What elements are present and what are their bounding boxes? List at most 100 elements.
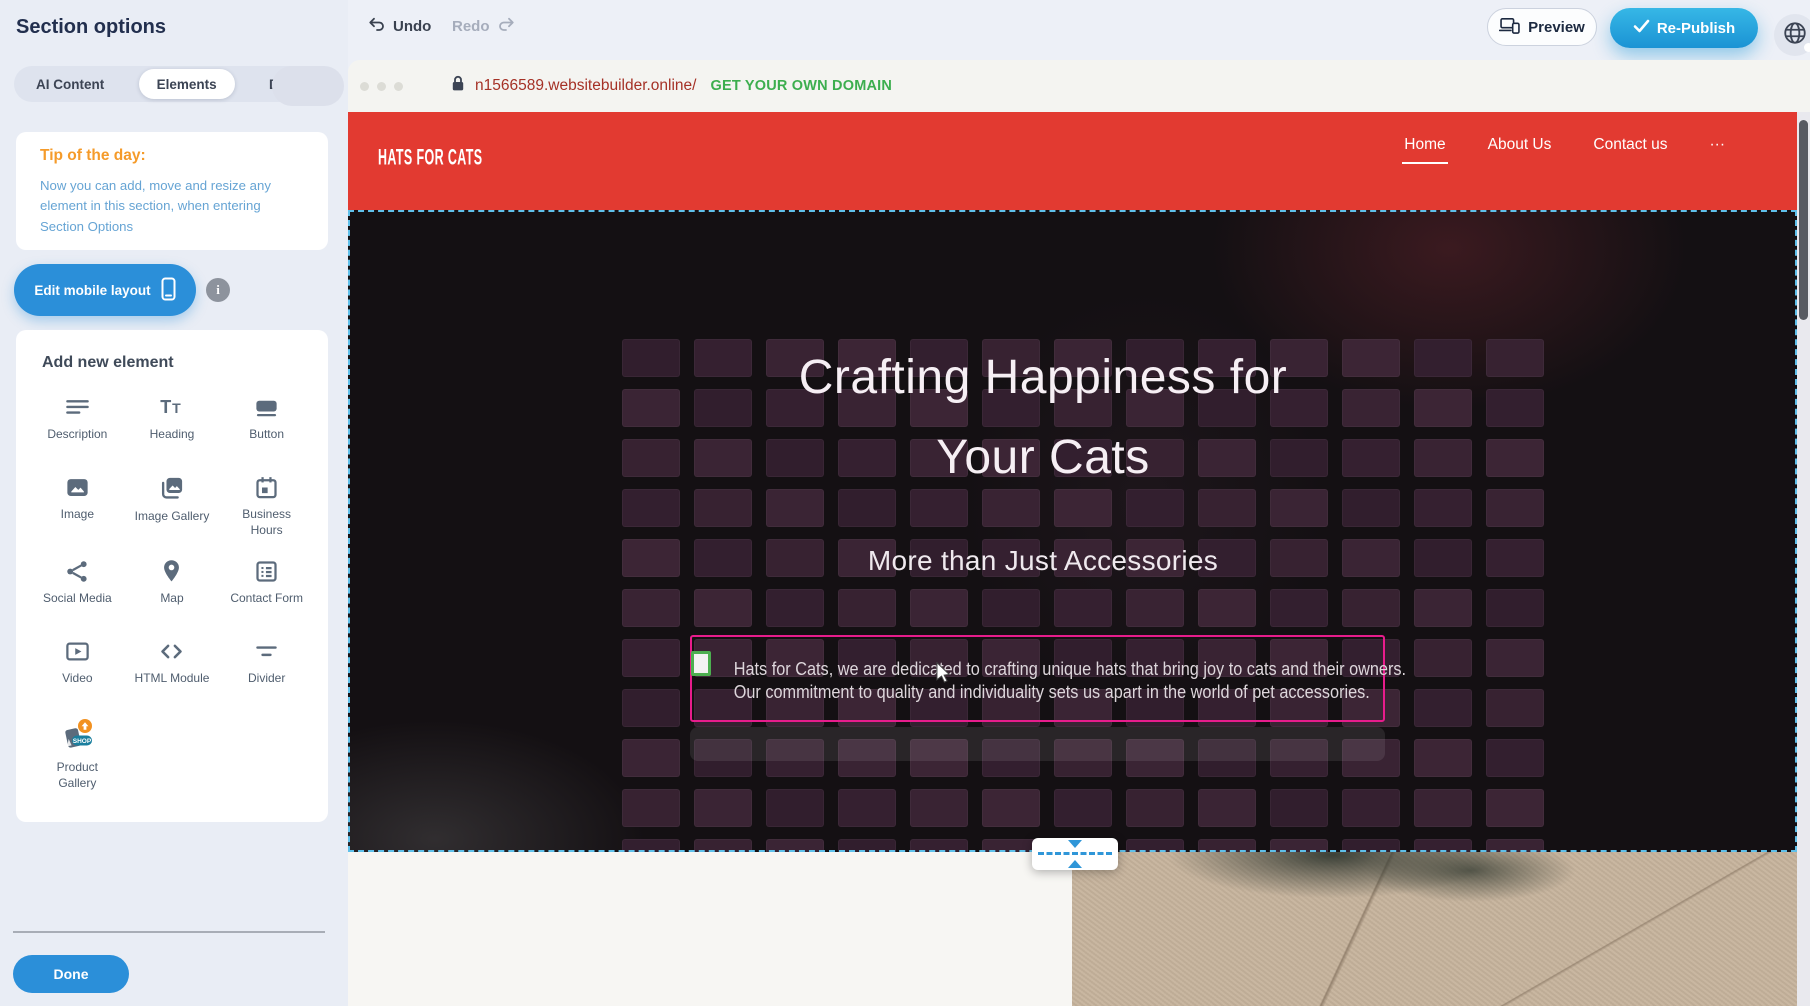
redo-button[interactable]: Redo bbox=[452, 16, 515, 36]
map-icon bbox=[158, 558, 185, 585]
redo-icon bbox=[497, 16, 515, 36]
arrow-up-icon bbox=[1068, 860, 1082, 868]
undo-icon bbox=[368, 16, 386, 36]
product-gallery-icon: SHOP bbox=[57, 718, 97, 754]
element-tile-label: Divider bbox=[248, 671, 285, 687]
grid-cell bbox=[1414, 739, 1472, 777]
tab-elements[interactable]: Elements bbox=[139, 69, 235, 99]
element-tile-button[interactable]: Button bbox=[219, 388, 314, 454]
grid-cell bbox=[1486, 739, 1544, 777]
element-tile-label: Map bbox=[160, 591, 183, 607]
element-tile-product-gallery[interactable]: SHOPProduct Gallery bbox=[30, 712, 125, 791]
element-tile-label: Image Gallery bbox=[135, 509, 210, 525]
element-tile-business-hours[interactable]: Business Hours bbox=[219, 468, 314, 538]
image-gallery-icon bbox=[157, 474, 186, 503]
tip-of-the-day-card: Tip of the day: Now you can add, move an… bbox=[16, 132, 328, 250]
grid-cell bbox=[766, 839, 824, 852]
grid-cell bbox=[838, 489, 896, 527]
done-button[interactable]: Done bbox=[13, 955, 129, 993]
hero-heading-line1[interactable]: Crafting Happiness for bbox=[348, 350, 1738, 405]
mobile-phone-icon bbox=[161, 277, 176, 304]
nav-item-aboutus[interactable]: About Us bbox=[1488, 136, 1552, 164]
grid-cell bbox=[1270, 789, 1328, 827]
element-tile-social-media[interactable]: Social Media bbox=[30, 552, 125, 618]
url-text: n1566589.websitebuilder.online/ bbox=[475, 77, 696, 95]
section-resize-handle[interactable] bbox=[1032, 838, 1118, 870]
tip-title: Tip of the day: bbox=[40, 147, 304, 165]
grid-cell bbox=[1126, 589, 1184, 627]
element-tile-image[interactable]: Image bbox=[30, 468, 125, 538]
undo-button[interactable]: Undo bbox=[368, 16, 431, 36]
grid-cell bbox=[1126, 489, 1184, 527]
grid-cell bbox=[1270, 839, 1328, 852]
element-tile-label: Heading bbox=[150, 427, 195, 443]
edit-mobile-layout-button[interactable]: Edit mobile layout bbox=[14, 264, 196, 316]
site-logo[interactable]: HATS FOR CATS bbox=[378, 146, 482, 171]
hero-subheading[interactable]: More than Just Accessories bbox=[348, 545, 1738, 577]
grid-cell bbox=[1270, 589, 1328, 627]
tab-ai-content[interactable]: AI Content bbox=[18, 69, 122, 99]
grid-cell bbox=[1198, 839, 1256, 852]
selected-text-element[interactable]: Hats for Cats, we are dedicated to craft… bbox=[690, 635, 1385, 722]
element-tile-divider[interactable]: Divider bbox=[219, 632, 314, 698]
preview-scrollbar bbox=[1797, 112, 1810, 1006]
grid-cell bbox=[694, 589, 752, 627]
panel-divider bbox=[13, 931, 325, 933]
browser-bar: n1566589.websitebuilder.online/ GET YOUR… bbox=[348, 60, 1810, 112]
redo-label: Redo bbox=[452, 18, 490, 35]
element-hover-placeholder bbox=[690, 727, 1385, 761]
grid-cell bbox=[622, 639, 680, 677]
check-icon bbox=[1633, 19, 1650, 37]
grid-cell bbox=[1198, 789, 1256, 827]
nav-item-more[interactable]: ··· bbox=[1710, 136, 1726, 164]
site-nav: Home About Us Contact us ··· bbox=[1404, 136, 1725, 164]
element-palette: Description TT Heading Button Image Image Gal… bbox=[30, 388, 314, 791]
preview-label: Preview bbox=[1528, 19, 1585, 36]
element-tile-label: Video bbox=[62, 671, 92, 687]
hero-section[interactable]: Crafting Happiness for Your Cats More th… bbox=[348, 210, 1797, 852]
site-preview: HATS FOR CATS HomeAbout UsContact us··· … bbox=[348, 112, 1797, 1006]
grid-cell bbox=[1054, 589, 1112, 627]
republish-button[interactable]: Re-Publish bbox=[1610, 8, 1758, 48]
grid-cell bbox=[982, 489, 1040, 527]
grid-cell bbox=[622, 789, 680, 827]
element-tile-label: Description bbox=[47, 427, 107, 443]
grid-cell bbox=[1486, 639, 1544, 677]
scrollbar-thumb[interactable] bbox=[1799, 120, 1808, 320]
grid-cell bbox=[1486, 689, 1544, 727]
grid-cell bbox=[1414, 789, 1472, 827]
grid-cell bbox=[1126, 789, 1184, 827]
grid-cell bbox=[838, 839, 896, 852]
get-your-own-domain-link[interactable]: GET YOUR OWN DOMAIN bbox=[710, 78, 892, 94]
info-icon[interactable]: i bbox=[206, 278, 230, 302]
grid-cell bbox=[982, 589, 1040, 627]
grid-cell bbox=[982, 789, 1040, 827]
element-tile-map[interactable]: Map bbox=[125, 552, 220, 618]
button-icon bbox=[253, 394, 280, 421]
grid-cell bbox=[838, 789, 896, 827]
preview-button[interactable]: Preview bbox=[1487, 8, 1597, 46]
language-globe-button[interactable] bbox=[1774, 14, 1810, 56]
panel-title: Section options bbox=[16, 16, 166, 39]
element-tile-heading[interactable]: TT Heading bbox=[125, 388, 220, 454]
grid-cell bbox=[1486, 839, 1544, 852]
heading-icon: TT bbox=[158, 394, 185, 421]
grid-cell bbox=[766, 589, 824, 627]
grid-cell bbox=[694, 789, 752, 827]
element-drag-handle[interactable] bbox=[691, 651, 711, 676]
element-tile-video[interactable]: Video bbox=[30, 632, 125, 698]
element-tile-contact-form[interactable]: Contact Form bbox=[219, 552, 314, 618]
html-module-icon bbox=[158, 638, 185, 665]
nav-item-home[interactable]: Home bbox=[1404, 136, 1445, 164]
grid-cell bbox=[1054, 489, 1112, 527]
element-tile-description[interactable]: Description bbox=[30, 388, 125, 454]
pavement-photo bbox=[1072, 852, 1797, 1006]
element-tile-image-gallery[interactable]: Image Gallery bbox=[125, 468, 220, 538]
grid-cell bbox=[1414, 839, 1472, 852]
hero-heading-line2[interactable]: Your Cats bbox=[348, 430, 1738, 485]
nav-item-contactus[interactable]: Contact us bbox=[1593, 136, 1667, 164]
element-tile-html-module[interactable]: HTML Module bbox=[125, 632, 220, 698]
grid-cell bbox=[694, 839, 752, 852]
grid-cell bbox=[910, 789, 968, 827]
address-bar[interactable]: n1566589.websitebuilder.online/ bbox=[451, 75, 696, 97]
